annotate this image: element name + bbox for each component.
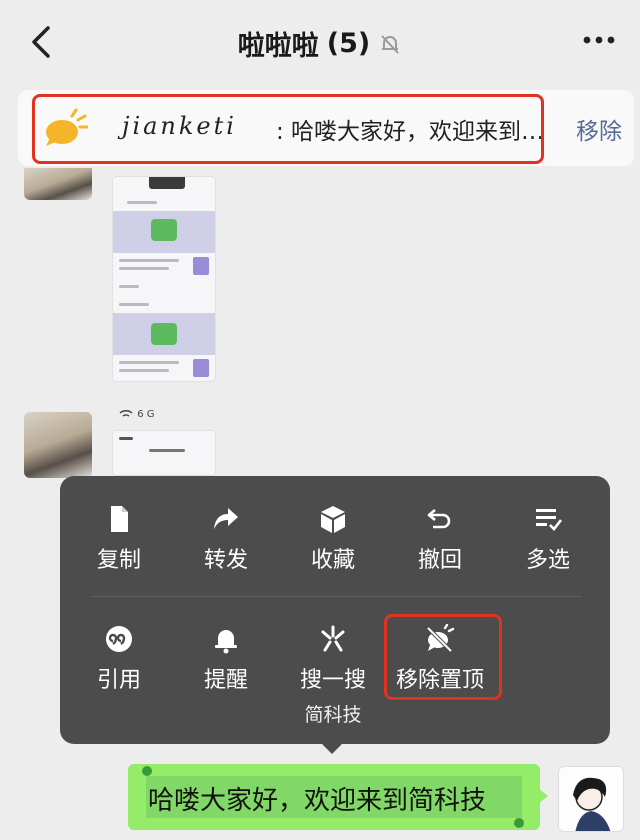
menu-item-multiselect[interactable]: 多选 — [494, 504, 602, 574]
undo-icon — [427, 509, 451, 529]
multi-select-icon — [536, 509, 563, 531]
image-line — [119, 259, 179, 262]
image-line — [149, 449, 185, 452]
menu-item-label: 复制 — [96, 548, 141, 573]
menu-item-label: 搜一搜 — [299, 668, 366, 693]
pinned-remove-button[interactable]: 移除 — [576, 112, 622, 146]
selection-start-handle[interactable] — [142, 766, 152, 776]
menu-item-sublabel: 简科技 — [304, 704, 362, 726]
image-toolbar — [149, 177, 185, 189]
wechat-logo-thumb — [151, 323, 177, 345]
forward-icon — [214, 508, 238, 529]
my-avatar[interactable] — [558, 766, 624, 832]
context-menu-pointer — [320, 742, 344, 754]
chat-title: 啦啦啦 (5) — [0, 24, 640, 63]
image-line — [127, 201, 157, 204]
banner-highlight-box — [32, 94, 544, 164]
menu-item-favorite[interactable]: 收藏 — [279, 504, 387, 574]
document-icon — [111, 506, 128, 532]
phone-thumb — [193, 257, 209, 275]
message-text: 哈喽大家好，欢迎来到简科技 — [148, 786, 487, 816]
more-dots-icon[interactable] — [582, 30, 616, 50]
menu-item-label: 提醒 — [203, 668, 248, 693]
menu-item-label: 多选 — [525, 548, 570, 573]
wifi-icon — [119, 409, 133, 417]
selected-message-bubble[interactable]: 哈喽大家好，欢迎来到简科技 — [128, 764, 540, 830]
search-spark-icon — [321, 625, 345, 652]
avatar-illustration — [559, 767, 623, 831]
menu-item-quote[interactable]: 引用 — [65, 624, 173, 694]
bubble-tail — [538, 788, 548, 804]
cube-icon — [321, 506, 345, 533]
image-line — [119, 303, 149, 306]
menu-item-search[interactable]: 搜一搜 简科技 — [279, 624, 387, 727]
menu-item-remind[interactable]: 提醒 — [172, 624, 280, 694]
signal-status: 6 G — [118, 408, 154, 420]
sender-avatar[interactable] — [24, 412, 92, 478]
bell-muted-icon — [381, 34, 399, 54]
image-line — [119, 267, 169, 270]
menu-item-label: 撤回 — [417, 548, 462, 573]
image-message[interactable] — [112, 430, 216, 476]
menu-item-label: 收藏 — [310, 548, 355, 573]
member-count: (5) — [326, 28, 371, 59]
phone-thumb — [193, 359, 209, 377]
menu-item-copy[interactable]: 复制 — [65, 504, 173, 574]
menu-divider — [92, 596, 582, 597]
menu-item-label: 转发 — [203, 548, 248, 573]
quote-icon — [106, 626, 132, 652]
wechat-logo-thumb — [151, 219, 177, 241]
group-name: 啦啦啦 — [237, 31, 319, 62]
image-message[interactable] — [112, 176, 216, 382]
network-label: 6 G — [137, 409, 155, 420]
sender-avatar[interactable] — [24, 168, 92, 200]
menu-item-recall[interactable]: 撤回 — [386, 504, 494, 574]
menu-item-label: 引用 — [96, 668, 141, 693]
menu-item-forward[interactable]: 转发 — [172, 504, 280, 574]
bell-icon — [215, 630, 237, 654]
selection-end-handle[interactable] — [514, 818, 524, 828]
image-line — [119, 437, 133, 440]
top-nav-bar: 啦啦啦 (5) — [0, 0, 640, 84]
image-line — [119, 361, 179, 364]
image-line — [119, 285, 139, 288]
image-line — [119, 369, 169, 372]
unpin-highlight-box — [384, 614, 502, 700]
